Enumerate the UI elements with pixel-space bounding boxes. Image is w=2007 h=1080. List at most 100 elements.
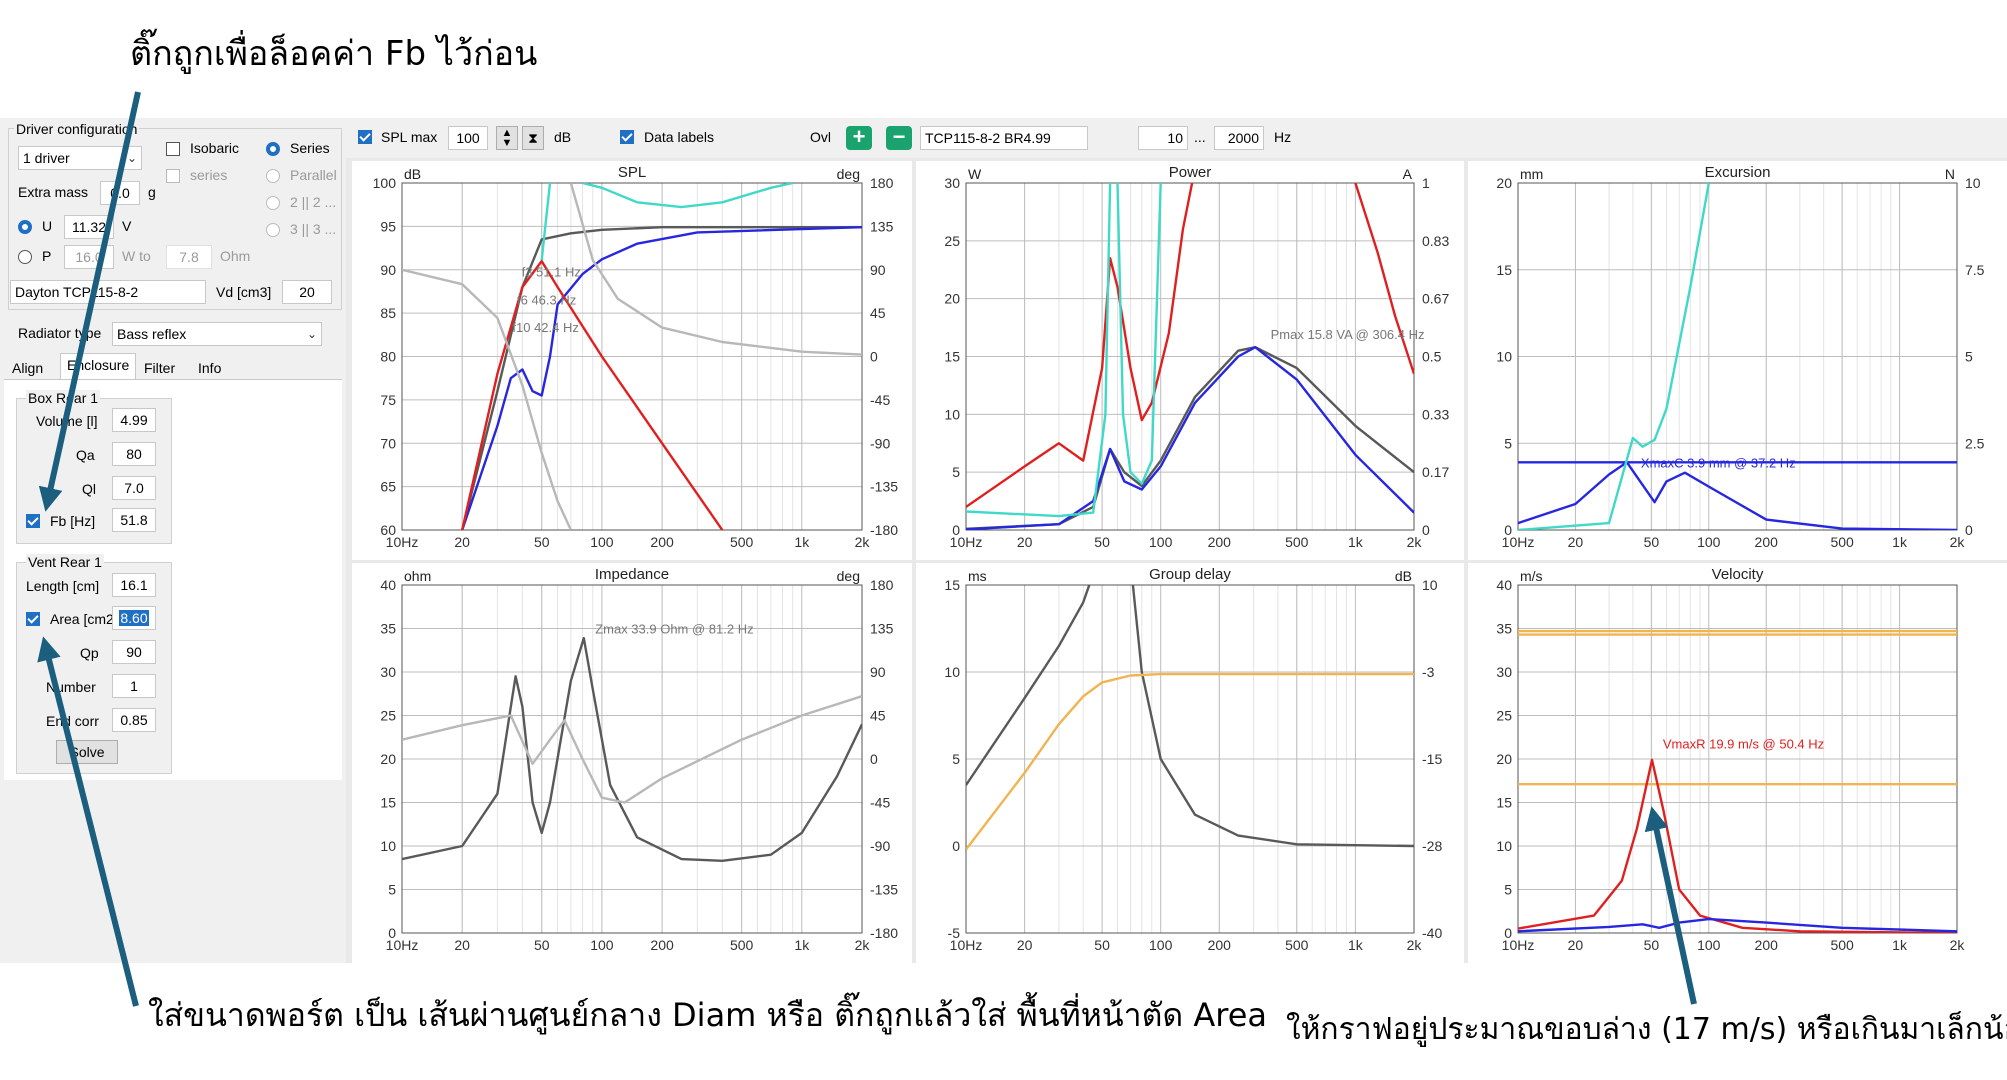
opt-22-radio[interactable] [266,196,280,210]
end-corr-label: End corr [46,713,99,729]
y2-tick-label: 135 [870,218,894,234]
x-tick-label: 200 [1208,937,1232,953]
y-tick-label: 30 [944,175,960,191]
y-axis-unit: ms [968,568,987,584]
y-tick-label: 10 [1496,349,1512,365]
y-tick-label: 40 [380,577,396,593]
u-input[interactable]: 11.32 [64,215,114,239]
spl-stepper-icon[interactable]: ▲ ▼ [496,126,518,150]
end-corr-input[interactable]: 0.85 [112,708,156,732]
y-tick-label: 60 [380,522,396,538]
spl-max-checkbox[interactable] [358,130,372,144]
spl-chart-svg: 10Hz 20 50 100 200 500 1k 2k1009590858075706560… [352,161,912,560]
x-tick-label: 500 [1830,937,1854,953]
length-input[interactable]: 16.1 [112,573,156,597]
driver-count-select[interactable]: 1 driver ⌄ [18,146,142,170]
y2-tick-label: 10 [1422,577,1438,593]
y2-tick-label: 0.83 [1422,233,1449,249]
y-tick-label: 15 [944,577,960,593]
y2-tick-label: 0.5 [1422,349,1442,365]
tab-filter[interactable]: Filter [138,357,181,379]
isobaric-label: Isobaric [190,140,240,156]
spl-fit-icon[interactable]: ⧗ [522,126,544,150]
ovl-label: Ovl [810,129,831,145]
area-input[interactable]: 8.60 [112,606,156,630]
opt-33-radio[interactable] [266,223,280,237]
config-name-field[interactable]: TCP115-8-2 BR4.99 [920,126,1088,150]
x-tick-label: 1k [794,937,810,953]
y-tick-label: 15 [1496,262,1512,278]
y2-axis-unit: A [1403,166,1413,182]
driver-name-field[interactable]: Dayton TCP115-8-2 [10,280,206,304]
u-unit: V [122,218,132,234]
x-tick-label: 2k [855,937,871,953]
y-tick-label: 5 [952,464,960,480]
ql-input[interactable]: 7.0 [112,476,156,500]
isobaric-checkbox[interactable] [166,142,180,156]
power-chart: 10Hz 20 50 100 200 500 1k 2k 30 25 20 15 10 5 0 1 0.83 0.… [916,161,1464,560]
fb-input[interactable]: 51.8 [112,508,156,532]
p-input[interactable]: 16.0 [64,245,114,269]
radiator-type-select[interactable]: Bass reflex ⌄ [112,322,322,346]
add-overlay-button[interactable]: + [846,126,872,150]
freq-max-input[interactable]: 2000 [1214,126,1264,150]
x-tick-label: 100 [590,534,614,550]
y-tick-label: 10 [944,406,960,422]
number-input[interactable]: 1 [112,674,156,698]
power-chart-svg: 10Hz 20 50 100 200 500 1k 2k30252015105010.830.… [916,161,1464,560]
series-radio[interactable] [266,142,280,156]
series-checkbox[interactable] [166,169,180,183]
x-tick-label: 500 [1285,534,1309,550]
y-tick-label: 15 [944,349,960,365]
length-label: Length [cm] [26,578,100,594]
x-tick-label: 1k [1892,534,1908,550]
tab-align[interactable]: Align [6,357,49,379]
u-label: U [42,218,53,234]
chart-title: SPL [618,164,646,181]
x-tick-label: 20 [1568,937,1584,953]
y2-tick-label: 0 [870,349,878,365]
y2-tick-label: 90 [870,664,886,680]
hz-label: Hz [1274,129,1292,145]
ohm-input[interactable]: 7.8 [166,245,212,269]
y-tick-label: 0 [952,838,960,854]
x-tick-label: 50 [1644,534,1660,550]
annotation-top: ติ๊กถูกเพื่อล็อคค่า Fb ไว้ก่อน [130,34,538,74]
qa-input[interactable]: 80 [112,442,156,466]
y-tick-label: 80 [380,349,396,365]
remove-overlay-button[interactable]: − [886,126,912,150]
y2-tick-label: 0.67 [1422,291,1449,307]
u-radio[interactable] [18,220,32,234]
y2-tick-label: -45 [870,795,890,811]
parallel-radio[interactable] [266,169,280,183]
p-radio[interactable] [18,250,32,264]
tab-enclosure[interactable]: Enclosure [60,353,137,380]
y-axis-unit: ohm [404,568,431,584]
qp-input[interactable]: 90 [112,640,156,664]
extra-mass-input[interactable]: 0.0 [100,181,140,205]
y2-tick-label: 0 [1965,522,1973,538]
group-delay-chart: 10Hz 20 50 100 200 500 1k 2k 15 10 5 0 -5 10 -3 -15 -28-… [916,563,1464,963]
x-tick-label: 200 [1208,534,1232,550]
y-tick-label: 20 [380,751,396,767]
y2-tick-label: -180 [870,925,898,941]
y2-tick-label: -135 [870,479,898,495]
tab-info[interactable]: Info [192,357,227,379]
solve-button[interactable]: Solve [56,740,118,764]
chart-background [916,563,1464,963]
volume-input[interactable]: 4.99 [112,408,156,432]
x-tick-label: 2k [1950,534,1966,550]
chart-title: Power [1169,164,1212,181]
fb-label: Fb [Hz] [50,513,96,529]
data-labels-checkbox[interactable] [620,130,634,144]
spl-max-input[interactable]: 100 [448,126,488,150]
fb-lock-checkbox[interactable] [26,514,40,528]
area-checkbox[interactable] [26,612,40,626]
x-tick-label: 500 [1285,937,1309,953]
annotation-bottom-right: ให้กราฟอยู่ประมาณขอบล่าง (17 m/s) หรือเก… [1286,1012,2007,1047]
vd-input[interactable]: 20 [282,280,332,304]
freq-min-input[interactable]: 10 [1138,126,1188,150]
y2-tick-label: -135 [870,882,898,898]
extra-mass-label: Extra mass [18,184,89,200]
x-tick-label: 20 [1568,534,1584,550]
